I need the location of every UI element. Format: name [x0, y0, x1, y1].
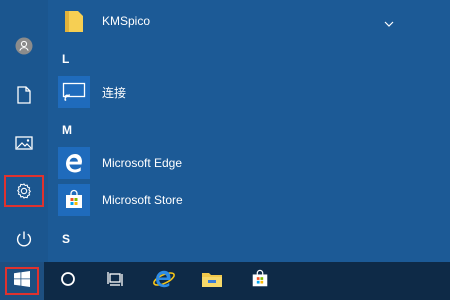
app-label: KMSpico	[102, 14, 151, 28]
store-icon	[250, 269, 270, 294]
internet-explorer-button[interactable]	[140, 262, 188, 300]
internet-explorer-icon	[152, 268, 176, 295]
chevron-down-icon[interactable]	[384, 14, 394, 32]
taskbar	[0, 262, 450, 300]
group-header-l[interactable]: L	[62, 49, 69, 69]
pictures-button[interactable]	[4, 127, 44, 159]
store-icon	[58, 184, 90, 216]
edge-icon	[58, 147, 90, 179]
search-button[interactable]	[44, 262, 92, 300]
user-avatar-icon	[15, 37, 33, 55]
connect-icon	[58, 76, 90, 108]
documents-icon	[17, 86, 31, 104]
app-label: 连接	[102, 85, 127, 100]
task-view-icon	[107, 271, 125, 292]
group-header-s[interactable]: S	[62, 229, 70, 249]
search-cortana-icon	[60, 271, 76, 292]
store-taskbar-button[interactable]	[236, 262, 284, 300]
app-item-connect[interactable]: 连接	[58, 75, 438, 109]
file-explorer-icon	[201, 270, 223, 293]
start-left-rail	[0, 0, 48, 262]
documents-button[interactable]	[4, 79, 44, 111]
power-button[interactable]	[4, 223, 44, 255]
settings-button[interactable]	[4, 175, 44, 207]
group-header-m[interactable]: M	[62, 120, 72, 140]
file-explorer-button[interactable]	[188, 262, 236, 300]
user-account-button[interactable]	[4, 30, 44, 62]
settings-gear-icon	[15, 182, 33, 200]
app-label: Microsoft Store	[102, 193, 183, 207]
start-menu: KMSpico L 连接 M Microsoft Edge Microsoft …	[0, 0, 450, 262]
app-item-kmspico[interactable]: KMSpico	[58, 4, 438, 38]
app-item-microsoft-store[interactable]: Microsoft Store	[58, 183, 438, 217]
power-icon	[15, 230, 33, 248]
app-label: Microsoft Edge	[102, 156, 183, 170]
app-list: KMSpico L 连接 M Microsoft Edge Microsoft …	[48, 0, 450, 262]
pictures-icon	[15, 136, 33, 150]
app-item-microsoft-edge[interactable]: Microsoft Edge	[58, 146, 438, 180]
windows-start-icon	[14, 270, 30, 292]
task-view-button[interactable]	[92, 262, 140, 300]
folder-icon	[58, 5, 90, 37]
start-button[interactable]	[0, 262, 44, 300]
